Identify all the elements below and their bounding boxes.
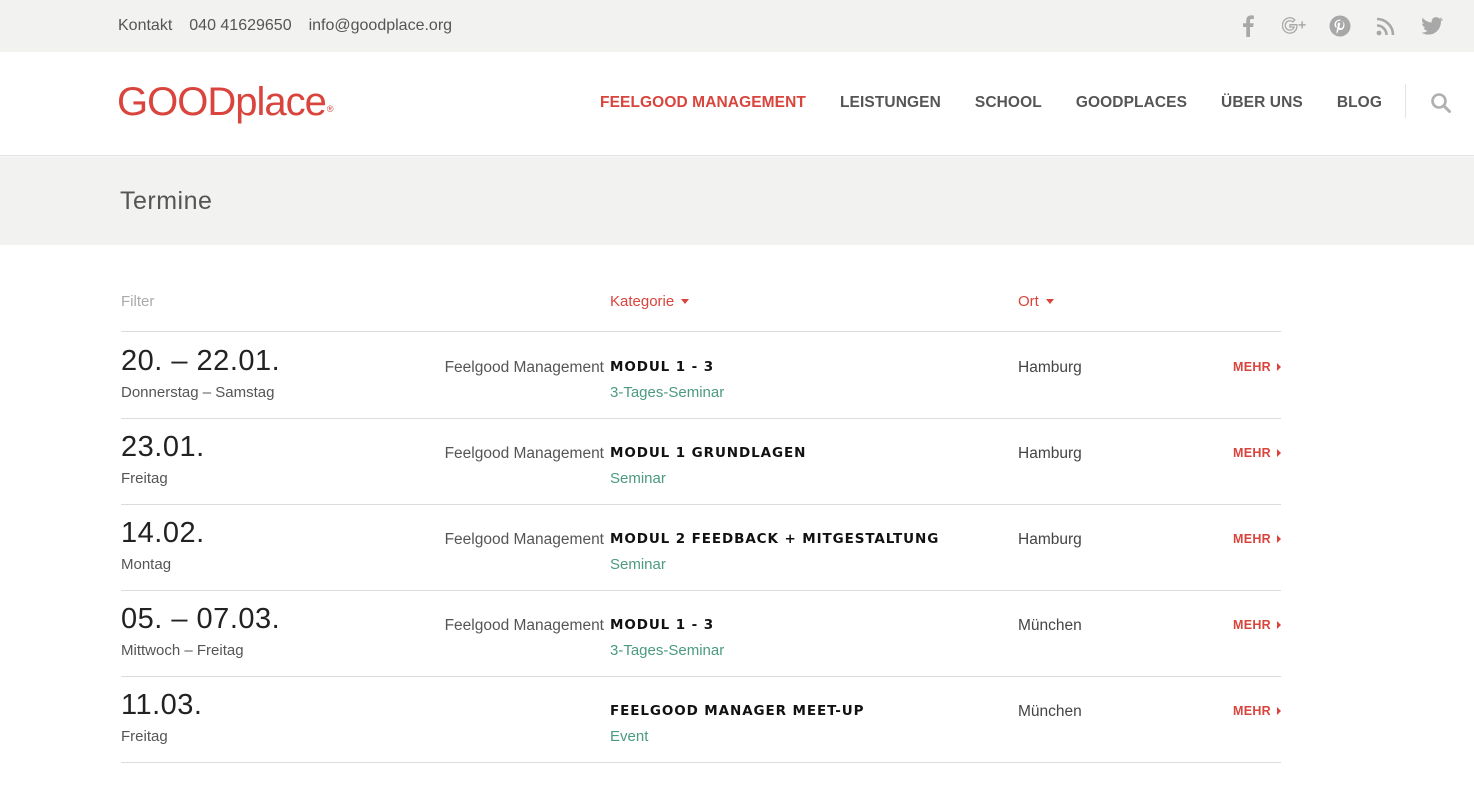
event-title-block: MODUL 1 GRUNDLAGEN Seminar [610, 445, 806, 487]
main-nav: FEELGOOD MANAGEMENT LEISTUNGEN SCHOOL GO… [600, 94, 1382, 112]
events-list: 20. – 22.01. Donnerstag – Samstag Feelgo… [121, 333, 1281, 763]
email-link[interactable]: info@goodplace.org [309, 17, 452, 35]
event-title[interactable]: MODUL 1 - 3 [610, 617, 724, 633]
caret-down-icon [1045, 299, 1054, 304]
event-title-block: MODUL 1 - 3 3-Tages-Seminar [610, 359, 724, 401]
top-bar: Kontakt 040 41629650 info@goodplace.org [0, 0, 1474, 52]
event-location: Hamburg [1018, 359, 1082, 376]
rss-icon[interactable] [1374, 14, 1398, 38]
event-type: 3-Tages-Seminar [610, 642, 725, 659]
event-title[interactable]: MODUL 1 GRUNDLAGEN [610, 445, 806, 461]
event-title-block: MODUL 2 FEEDBACK + MITGESTALTUNG Seminar [610, 531, 939, 573]
event-type: Event [610, 728, 649, 745]
event-category: Feelgood Management [444, 531, 604, 548]
contact-link[interactable]: Kontakt [118, 17, 172, 35]
event-title[interactable]: FEELGOOD MANAGER MEET-UP [610, 703, 864, 719]
page-title: Termine [120, 187, 213, 215]
nav-item-blog[interactable]: BLOG [1337, 94, 1382, 112]
arrow-right-icon [1277, 535, 1281, 543]
more-link[interactable]: MEHR [1233, 618, 1281, 632]
logo-registered-mark: ® [326, 104, 334, 114]
site-header: GOODplace® FEELGOOD MANAGEMENT LEISTUNGE… [0, 52, 1474, 156]
google-plus-icon[interactable] [1282, 14, 1306, 38]
event-location: München [1018, 703, 1082, 720]
logo-text: GOODplace [117, 80, 327, 124]
event-row: 14.02. Montag Feelgood Management MODUL … [121, 505, 1281, 591]
more-label: MEHR [1232, 532, 1271, 546]
facebook-icon[interactable] [1236, 14, 1260, 38]
event-category: Feelgood Management [444, 359, 604, 376]
filter-label: Filter [121, 293, 155, 310]
category-filter-label: Kategorie [610, 293, 675, 310]
arrow-right-icon [1277, 621, 1281, 629]
event-row: 23.01. Freitag Feelgood Management MODUL… [121, 419, 1281, 505]
event-type: Seminar [610, 470, 666, 487]
event-type: Seminar [610, 556, 666, 573]
event-date: 20. – 22.01. [121, 345, 281, 377]
event-date: 11.03. [121, 689, 203, 721]
more-link[interactable]: MEHR [1233, 532, 1281, 546]
arrow-right-icon [1277, 363, 1281, 371]
event-row: 20. – 22.01. Donnerstag – Samstag Feelgo… [121, 333, 1281, 419]
phone-number[interactable]: 040 41629650 [189, 17, 291, 35]
event-type: 3-Tages-Seminar [610, 384, 725, 401]
event-location: München [1018, 617, 1082, 634]
more-label: MEHR [1232, 360, 1271, 374]
nav-item-feelgood-management[interactable]: FEELGOOD MANAGEMENT [600, 94, 806, 112]
search-icon[interactable] [1430, 92, 1452, 114]
event-title-block: FEELGOOD MANAGER MEET-UP Event [610, 703, 864, 745]
arrow-right-icon [1277, 707, 1281, 715]
event-location: Hamburg [1018, 531, 1082, 548]
event-weekday: Montag [121, 556, 172, 573]
more-label: MEHR [1232, 446, 1271, 460]
location-filter-label: Ort [1018, 293, 1039, 310]
nav-item-school[interactable]: SCHOOL [975, 94, 1042, 112]
arrow-right-icon [1277, 449, 1281, 457]
event-weekday: Donnerstag – Samstag [121, 384, 275, 401]
contact-info: Kontakt 040 41629650 info@goodplace.org [118, 17, 452, 35]
more-link[interactable]: MEHR [1233, 704, 1281, 718]
pinterest-icon[interactable] [1328, 14, 1352, 38]
event-weekday: Mittwoch – Freitag [121, 642, 244, 659]
event-category: Feelgood Management [444, 445, 604, 462]
twitter-icon[interactable] [1420, 14, 1444, 38]
event-row: 11.03. Freitag FEELGOOD MANAGER MEET-UP … [121, 677, 1281, 763]
page-title-band: Termine [0, 157, 1474, 245]
more-link[interactable]: MEHR [1233, 360, 1281, 374]
event-date: 14.02. [121, 517, 205, 549]
event-location: Hamburg [1018, 445, 1082, 462]
site-logo[interactable]: GOODplace® [117, 80, 333, 125]
event-row: 05. – 07.03. Mittwoch – Freitag Feelgood… [121, 591, 1281, 677]
more-link[interactable]: MEHR [1233, 446, 1281, 460]
event-title[interactable]: MODUL 1 - 3 [610, 359, 724, 375]
nav-item-ueber-uns[interactable]: ÜBER UNS [1221, 94, 1303, 112]
more-label: MEHR [1232, 704, 1271, 718]
more-label: MEHR [1232, 618, 1271, 632]
category-filter-dropdown[interactable]: Kategorie [610, 293, 690, 310]
event-title-block: MODUL 1 - 3 3-Tages-Seminar [610, 617, 724, 659]
nav-item-goodplaces[interactable]: GOODPLACES [1076, 94, 1187, 112]
social-links [1236, 14, 1444, 38]
nav-divider [1405, 84, 1406, 118]
caret-down-icon [681, 299, 690, 304]
filter-row: Filter Kategorie Ort [121, 292, 1281, 332]
event-date: 05. – 07.03. [121, 603, 281, 635]
nav-item-leistungen[interactable]: LEISTUNGEN [840, 94, 941, 112]
event-category: Feelgood Management [444, 617, 604, 634]
event-title[interactable]: MODUL 2 FEEDBACK + MITGESTALTUNG [610, 531, 939, 547]
event-weekday: Freitag [121, 470, 168, 487]
event-weekday: Freitag [121, 728, 168, 745]
event-date: 23.01. [121, 431, 205, 463]
location-filter-dropdown[interactable]: Ort [1018, 293, 1054, 310]
